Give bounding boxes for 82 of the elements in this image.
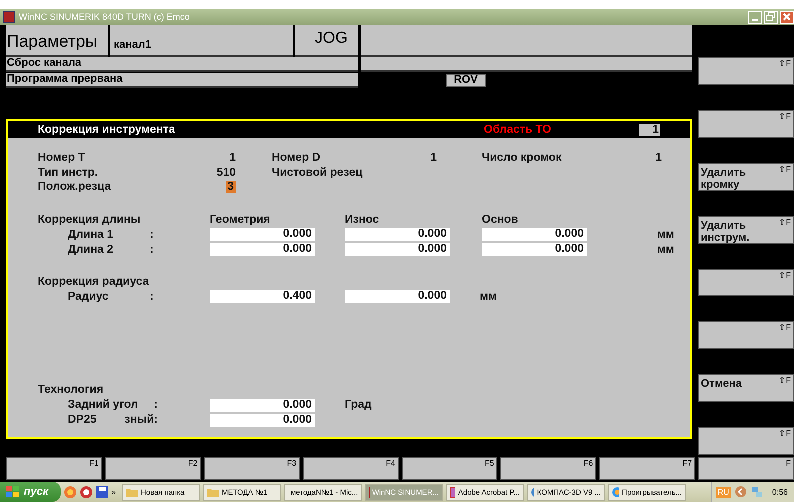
field-value: 510 [216, 166, 236, 179]
function-key[interactable]: F6 [500, 457, 596, 480]
section-heading: Технология [38, 384, 105, 396]
field-label: Чистовой резец [272, 166, 363, 179]
start-button[interactable]: пуск [0, 482, 61, 502]
field-value[interactable]: 3 [226, 181, 236, 194]
field-label: Радиус [68, 290, 110, 302]
softkey[interactable]: Отмена ⇧F [698, 374, 794, 402]
unit-label: мм [656, 244, 674, 256]
function-key[interactable]: F4 [302, 457, 398, 480]
windows-logo-icon [6, 486, 20, 498]
field-label: DP25 [68, 414, 97, 426]
input-field[interactable]: 0.400 [210, 290, 315, 303]
input-field[interactable]: 0.000 [345, 228, 450, 241]
area-label: Область ТО [484, 124, 552, 136]
panel-title: Коррекция инструмента [38, 124, 176, 136]
maximize-button[interactable] [764, 10, 778, 24]
column-header: Износ [345, 214, 380, 226]
field-label: Число кромок [482, 152, 563, 164]
function-key[interactable]: F1 [6, 457, 102, 480]
channel-label: канал1 [110, 25, 293, 57]
pdf-icon [450, 486, 456, 498]
function-key[interactable]: F7 [599, 457, 696, 480]
input-field[interactable]: 0.000 [345, 243, 450, 256]
field-value: 1 [654, 152, 662, 164]
section-heading: Коррекция радиуса [38, 276, 150, 288]
input-field[interactable]: 0.000 [482, 228, 587, 241]
field-label: Задний угол [68, 399, 138, 411]
channel-status: Сброс канала [6, 57, 358, 72]
folder-icon [206, 487, 219, 497]
separator: зный: [124, 414, 158, 426]
input-field[interactable]: 0.000 [210, 398, 315, 412]
unit-label: Град [345, 399, 372, 411]
column-header: Геометрия [210, 214, 272, 226]
separator: : [154, 399, 158, 411]
field-label: Полож.резца [38, 181, 112, 194]
input-field[interactable]: 0.000 [210, 414, 315, 426]
softkey[interactable]: ⇧F [698, 427, 794, 455]
field-value: 1 [430, 152, 437, 164]
operating-mode: JOG [295, 25, 358, 57]
input-field[interactable]: 0.000 [482, 243, 587, 256]
field-label: Тип инстр. [38, 166, 100, 179]
function-key[interactable]: F5 [402, 457, 498, 480]
softkey[interactable]: ⇧F [698, 110, 794, 138]
softkey[interactable]: Удалить кромку ⇧F [698, 162, 794, 191]
field-label: Длина 2 [68, 244, 115, 256]
section-heading: Коррекция длины [38, 214, 142, 226]
clock: 0:56 [772, 488, 788, 496]
function-key[interactable]: F2 [104, 457, 201, 480]
function-key[interactable]: F [698, 457, 794, 480]
softkey[interactable]: ⇧F [698, 268, 794, 296]
column-header: Основ [482, 214, 520, 226]
more-button[interactable]: » [112, 488, 116, 496]
field-value: 1 [230, 152, 236, 164]
softkey[interactable]: ⇧F [698, 321, 794, 350]
folder-icon [126, 487, 138, 497]
close-icon [782, 12, 792, 22]
media-icon[interactable] [80, 486, 93, 498]
unit-label: мм [656, 228, 674, 240]
mode-title: Параметры [6, 25, 108, 57]
program-status: Программа прервана [6, 73, 358, 88]
minimize-button[interactable] [748, 10, 762, 24]
input-field[interactable]: 0.000 [210, 243, 315, 256]
input-field[interactable]: 0.000 [345, 290, 450, 303]
input-field[interactable]: 0.000 [210, 228, 315, 241]
network-icon[interactable] [751, 486, 764, 498]
minimize-icon [752, 19, 758, 21]
unit-label: мм [479, 290, 498, 302]
function-key[interactable]: F3 [204, 457, 300, 480]
rov-indicator: ROV [446, 74, 486, 87]
window-title: WinNC SINUMERIK 840D TURN (c) Emco [19, 12, 191, 22]
field-label: Номер D [272, 152, 321, 164]
separator: : [150, 290, 155, 302]
softkey[interactable]: ⇧F [698, 57, 794, 85]
separator: : [150, 228, 155, 240]
softkey[interactable]: Удалить инструм. ⇧F [698, 216, 794, 244]
separator: : [150, 244, 155, 256]
area-value: 1 [639, 124, 660, 136]
maximize-icon [766, 12, 776, 22]
field-label: Длина 1 [68, 228, 115, 240]
close-button[interactable] [780, 10, 794, 24]
field-label: Номер T [38, 152, 86, 164]
